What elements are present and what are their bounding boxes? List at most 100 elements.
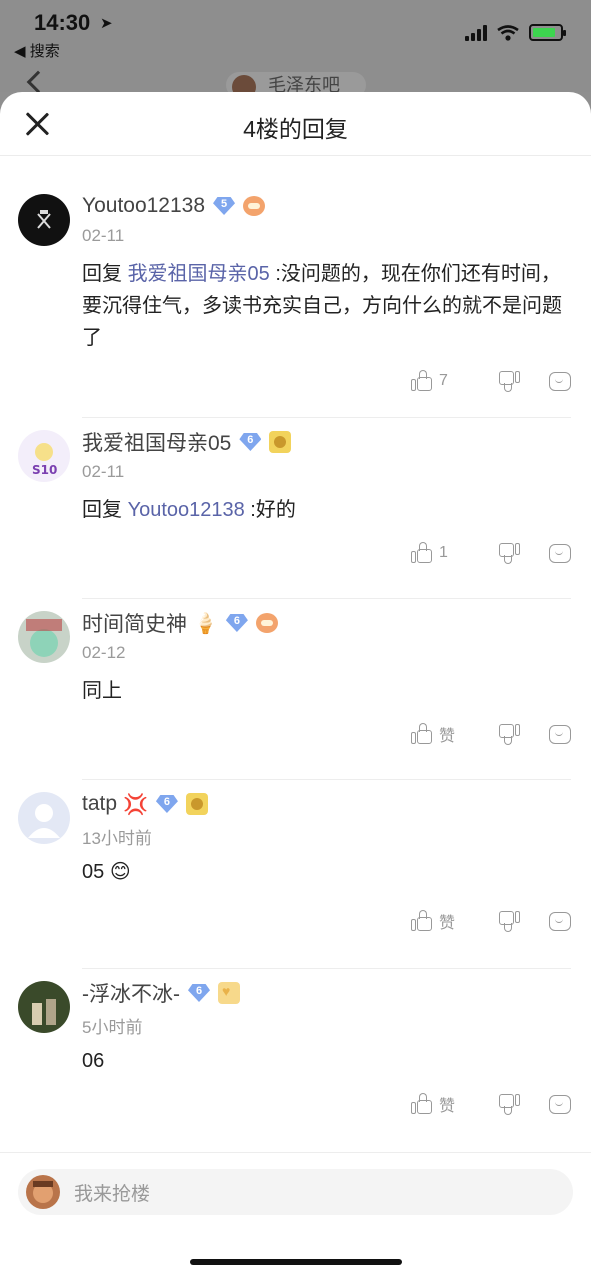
comment-list: Youtoo12138 5 02-11 回复 我爱祖国母亲05 :没问题的，现在… [0,182,591,1149]
name-row: 我爱祖国母亲05 6 [82,418,571,457]
comment-actions: 赞 [82,1077,571,1131]
like-button[interactable]: 7 [411,370,481,392]
level-badge-icon: 5 [211,197,237,215]
username[interactable]: 我爱祖国母亲05 [82,427,231,457]
thumbs-up-icon [411,910,433,932]
comment-item: Youtoo12138 5 02-11 回复 我爱祖国母亲05 :没问题的，现在… [0,182,591,417]
comment-item: -浮冰不冰- 6 5小时前 06 赞 [0,969,591,1149]
comment-bubble-icon [549,1094,571,1114]
level-badge-icon: 6 [186,984,212,1002]
reply-button[interactable] [537,543,571,563]
level-badge-icon: 6 [224,614,250,632]
comment-time: 02-11 [82,226,125,245]
comment-text: 06 [82,1050,105,1072]
thumbs-down-icon [498,723,520,745]
comment-text: 同上 [82,680,122,702]
level-badge-icon: 6 [154,795,180,813]
thumbs-up-icon [411,370,433,392]
my-avatar [26,1175,60,1209]
status-bar: 14:30 ➤ ◀ 搜索 毛泽东吧 [0,0,591,98]
comment-actions: 赞 [82,707,571,761]
dislike-button[interactable] [481,370,537,392]
thumbs-down-icon [498,370,520,392]
comment-time: 02-12 [82,643,126,662]
behind-back-icon [26,70,50,94]
home-indicator[interactable] [190,1259,402,1265]
avatar[interactable]: S10 [18,430,70,482]
like-button[interactable]: 赞 [411,722,481,746]
mention-link[interactable]: 我爱祖国母亲05 [128,263,270,285]
battery-icon [529,24,566,41]
comment-text: 05 😊 [82,861,131,883]
reply-sheet: 4楼的回复 Youtoo12138 5 02-11 回复 我爱祖国母亲05 :没… [0,92,591,1280]
comment-bubble-icon [549,724,571,744]
level-badge-icon: 6 [237,433,263,451]
wifi-icon [497,24,519,41]
ice-cream-icon: 🍦 [193,612,218,635]
sun-badge-icon [185,793,208,815]
username[interactable]: tatp [82,792,117,816]
comment-item: 时间简史神 🍦 6 02-12 同上 赞 [0,599,591,779]
comment-actions: 1 [82,526,571,580]
username[interactable]: 时间简史神 [82,608,187,638]
reply-footer: 我来抢楼 [0,1152,591,1280]
comment-item: S10 我爱祖国母亲05 6 02-11 回复 Youtoo12138 :好的 … [0,418,591,598]
name-row: -浮冰不冰- 6 [82,969,571,1008]
thumbs-down-icon [498,910,520,932]
reply-button[interactable] [537,371,571,391]
comment-bubble-icon [549,543,571,563]
username[interactable]: Youtoo12138 [82,194,205,218]
thumbs-up-icon [411,1093,433,1115]
comment-time: 5小时前 [82,1018,143,1037]
avatar[interactable] [18,792,70,844]
comment-time: 13小时前 [82,829,152,848]
sheet-header: 4楼的回复 [0,92,591,156]
avatar[interactable] [18,611,70,663]
reply-button[interactable] [537,911,571,931]
avatar[interactable] [18,981,70,1033]
like-button[interactable]: 1 [411,542,481,564]
dislike-button[interactable] [481,1093,537,1115]
sheet-title: 4楼的回复 [243,116,348,142]
svg-text:S10: S10 [32,463,57,477]
thumbs-up-icon [411,723,433,745]
thumbs-down-icon [498,542,520,564]
mention-link[interactable]: Youtoo12138 [128,499,245,521]
location-arrow-icon: ➤ [100,15,113,32]
heart-badge-icon [218,982,240,1004]
like-count: 7 [439,372,448,389]
dislike-button[interactable] [481,723,537,745]
username[interactable]: -浮冰不冰- [82,978,180,1008]
comment-actions: 7 [82,354,571,408]
smile-emoji-icon: 😊 [109,861,131,883]
name-row: Youtoo12138 5 [82,182,571,218]
comment-item: tatp 💢 6 13小时前 05 😊 赞 [0,780,591,968]
comment-time: 02-11 [82,462,125,481]
like-button[interactable]: 赞 [411,909,481,933]
like-count: 1 [439,544,448,561]
thumbs-down-icon [498,1093,520,1115]
comment-text: 回复 我爱祖国母亲05 :没问题的，现在你们还有时间，要沉得住气，多读书充实自己… [82,263,562,349]
comment-bubble-icon [549,371,571,391]
comment-text: 回复 Youtoo12138 :好的 [82,499,296,521]
reply-button[interactable] [537,1094,571,1114]
signal-icon [465,24,487,41]
name-row: 时间简史神 🍦 6 [82,599,571,638]
avatar[interactable] [18,194,70,246]
comment-actions: 赞 [82,894,571,948]
like-count: 赞 [439,1098,456,1115]
sun-badge-icon [269,431,292,453]
dislike-button[interactable] [481,910,537,932]
dislike-button[interactable] [481,542,537,564]
thumbs-up-icon [411,542,433,564]
like-button[interactable]: 赞 [411,1092,481,1116]
like-count: 赞 [439,728,456,745]
reply-placeholder: 我来抢楼 [74,1183,151,1205]
name-row: tatp 💢 6 [82,780,571,816]
game-badge-icon [243,196,266,216]
comment-bubble-icon [549,911,571,931]
reply-input[interactable]: 我来抢楼 [18,1169,573,1215]
reply-button[interactable] [537,724,571,744]
back-to-search-link[interactable]: ◀ 搜索 [14,40,60,61]
status-icons [465,24,566,41]
